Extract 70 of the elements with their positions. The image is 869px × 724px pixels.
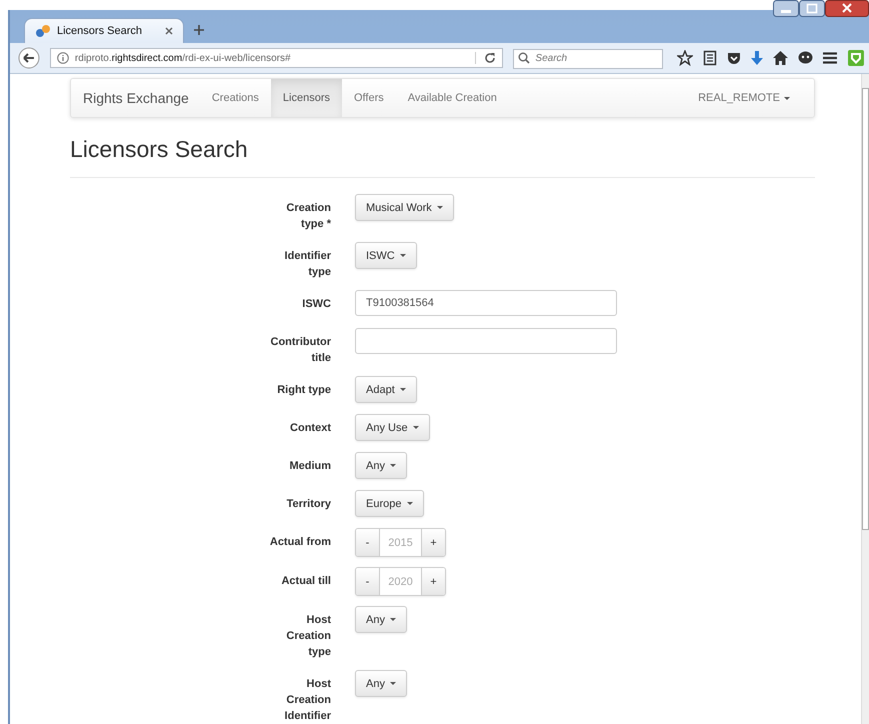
caret-icon [406, 502, 413, 506]
field-label: Host Creation type [285, 613, 331, 660]
close-tab-icon[interactable] [165, 27, 173, 36]
year-field[interactable]: 2020 [379, 568, 422, 595]
number-stepper[interactable]: - 2015 + [355, 528, 446, 557]
field-label: Actual from [268, 535, 331, 550]
tab-title: Licensors Search [57, 25, 143, 38]
bookmark-star-icon[interactable] [677, 50, 694, 66]
back-icon[interactable] [18, 47, 40, 70]
dropdown-button[interactable]: Musical Work [355, 194, 454, 221]
caret-icon [390, 618, 396, 622]
reading-list-icon[interactable] [703, 50, 718, 66]
decrement-button[interactable]: - [356, 568, 379, 595]
close-window-icon[interactable] [825, 0, 869, 17]
url-text: rdiproto.rightsdirect.com/rdi-ex-ui-web/licensors# [74, 52, 292, 64]
download-icon[interactable] [751, 50, 764, 66]
field-label: ISWC [301, 297, 331, 312]
caret-icon [400, 388, 406, 392]
field-label: Contributor title [270, 335, 331, 366]
field-label: Actual till [280, 574, 331, 589]
extension-icon[interactable] [847, 49, 865, 68]
new-tab-icon[interactable] [194, 25, 204, 36]
field-label: Creation type * [285, 201, 331, 232]
caret-icon [784, 96, 790, 100]
increment-button[interactable]: + [422, 568, 445, 595]
increment-button[interactable]: + [422, 529, 445, 556]
brand-link[interactable]: Rights Exchange [83, 79, 189, 117]
caret-icon [400, 254, 406, 258]
dropdown-button[interactable]: Adapt [355, 376, 417, 403]
scrollbar[interactable] [861, 74, 869, 724]
input-field[interactable]: T9100381564 [355, 290, 617, 316]
field-label: Medium [288, 459, 331, 474]
decrement-button[interactable]: - [356, 529, 379, 556]
dropdown-button[interactable]: Any Use [355, 414, 430, 441]
nav-link[interactable]: Offers [342, 79, 396, 117]
dropdown-button[interactable]: Europe [355, 490, 424, 517]
user-menu[interactable]: REAL_REMOTE [686, 79, 814, 117]
minimize-icon[interactable] [773, 0, 799, 17]
nav-link[interactable]: Available Creation [396, 79, 509, 117]
home-icon[interactable] [773, 51, 788, 66]
dropdown-button[interactable]: Any [355, 452, 408, 479]
field-label: Identifier type [284, 249, 331, 280]
dropdown-button[interactable]: ISWC [355, 242, 417, 269]
field-label: Territory [286, 497, 331, 512]
input-field[interactable] [355, 328, 617, 354]
favicon-icon [35, 24, 51, 38]
dropdown-button[interactable]: Any [355, 670, 408, 697]
menu-icon[interactable] [823, 52, 838, 64]
caret-icon [412, 426, 419, 430]
chat-icon[interactable] [798, 51, 814, 66]
dropdown-button[interactable]: Any [355, 606, 408, 633]
pocket-icon[interactable] [727, 52, 742, 65]
field-label: Context [289, 421, 331, 436]
number-stepper[interactable]: - 2020 + [355, 567, 446, 596]
year-field[interactable]: 2015 [379, 529, 422, 556]
nav-link[interactable]: Creations [200, 79, 271, 117]
address-bar[interactable]: rdiproto.rightsdirect.com/rdi-ex-ui-web/licensors# [50, 48, 504, 68]
page-heading: Licensors Search [70, 135, 249, 163]
browser-tab[interactable]: Licensors Search [24, 18, 184, 44]
maximize-icon[interactable] [799, 0, 825, 17]
search-field[interactable]: Search [513, 48, 664, 69]
caret-icon [390, 464, 396, 468]
caret-icon [390, 682, 396, 686]
nav-link[interactable]: Licensors [270, 79, 342, 117]
scroll-thumb[interactable] [862, 88, 869, 530]
reload-icon[interactable] [475, 52, 496, 64]
field-label: Host Creation Identifier [284, 677, 331, 724]
caret-icon [436, 206, 443, 210]
info-icon [56, 52, 69, 64]
field-label: Right type [276, 383, 331, 398]
